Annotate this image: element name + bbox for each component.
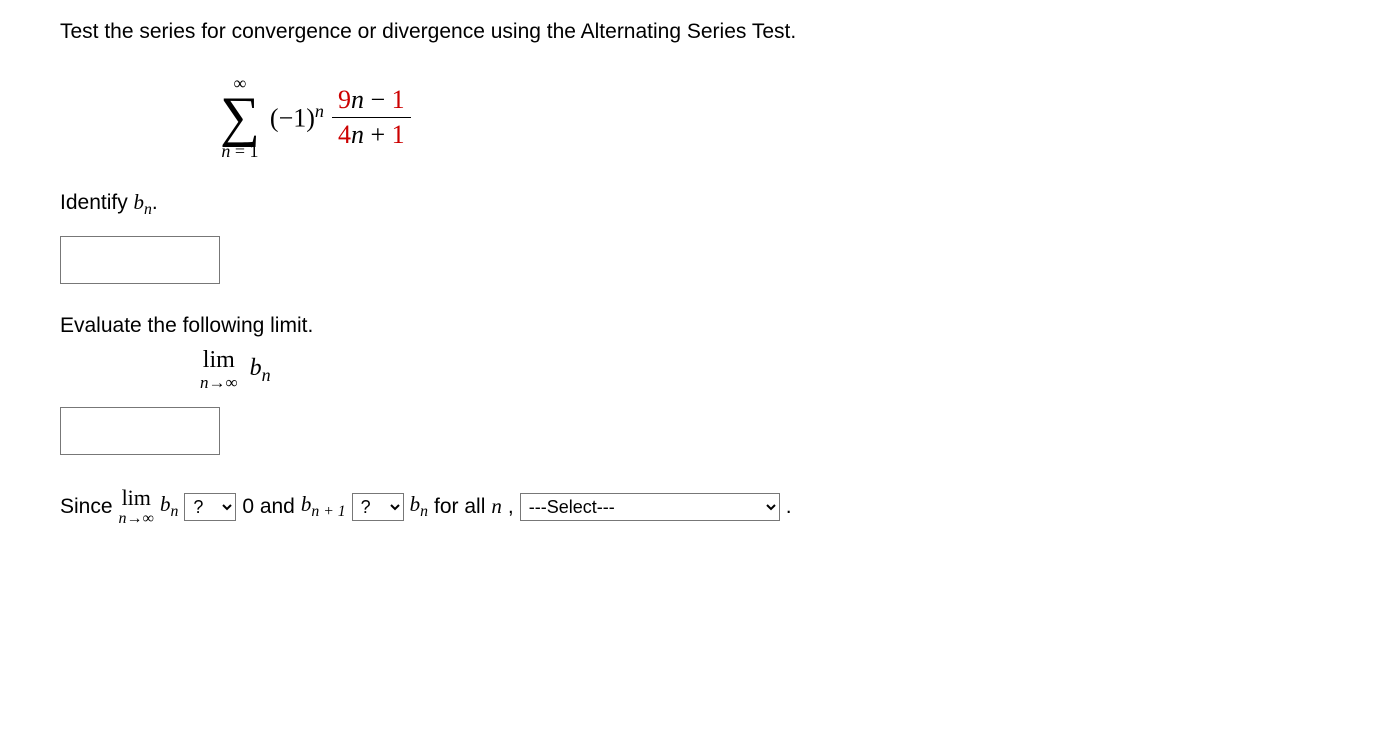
identify-prompt: Identify bn. <box>60 190 1318 219</box>
sigma-lower: n = 1 <box>221 142 258 160</box>
conclusion-line: Since lim n→∞ bn ? 0 and bn + 1 ? bn for… <box>60 487 1318 527</box>
comparison-select-2[interactable]: ? <box>352 493 404 521</box>
evaluate-prompt: Evaluate the following limit. <box>60 314 1318 338</box>
sigma-symbol: ∑ <box>220 92 260 142</box>
series-term-base: (−1)n <box>270 101 324 134</box>
for-all-text: for all <box>434 495 485 519</box>
period-text: . <box>786 495 792 519</box>
limit-operator: lim n→∞ <box>200 348 238 391</box>
fraction-denominator: 4n + 1 <box>332 118 411 150</box>
fraction-numerator: 9n − 1 <box>332 85 411 118</box>
comma-text: , <box>508 495 514 519</box>
identify-bn-input[interactable] <box>60 236 220 284</box>
bn-text-2: bn <box>410 492 428 521</box>
conclusion-select[interactable]: ---Select--- <box>520 493 780 521</box>
n-var: n <box>491 494 502 519</box>
zero-and-text: 0 and <box>242 495 295 519</box>
series-fraction: 9n − 1 4n + 1 <box>332 85 411 150</box>
series-formula: ∞ ∑ n = 1 (−1)n 9n − 1 4n + 1 <box>220 74 1318 160</box>
bn-plus-1-text: bn + 1 <box>301 492 346 521</box>
bn-text-1: bn <box>160 492 178 521</box>
limit-value-input[interactable] <box>60 407 220 455</box>
since-text: Since <box>60 495 113 519</box>
comparison-select-1[interactable]: ? <box>184 493 236 521</box>
question-text: Test the series for convergence or diver… <box>60 20 1318 44</box>
limit-operator-final: lim n→∞ <box>119 487 154 527</box>
sigma-notation: ∞ ∑ n = 1 <box>220 74 260 160</box>
limit-expression: lim n→∞ bn <box>200 348 1318 391</box>
